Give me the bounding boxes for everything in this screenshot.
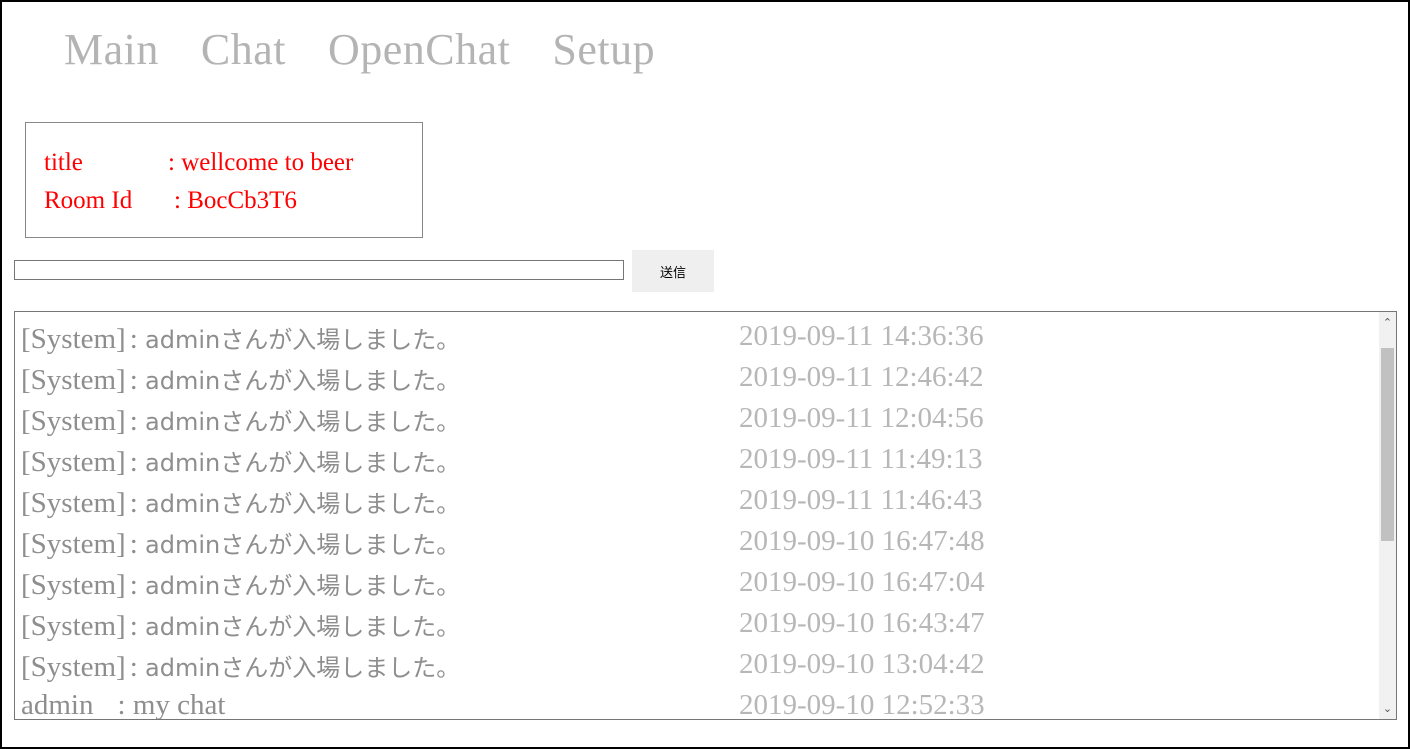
nav-item-setup[interactable]: Setup (552, 24, 655, 76)
message-separator: : (129, 323, 146, 355)
message-row: [System]: adminさんが入場しました。 2019-09-10 13:… (15, 640, 1378, 684)
nav-item-openchat[interactable]: OpenChat (328, 24, 510, 76)
app-window: Main Chat OpenChat Setup title : wellcom… (0, 0, 1410, 749)
message-text: adminさんが入場しました。 (145, 572, 461, 600)
message-timestamp: 2019-09-10 16:47:04 (739, 566, 985, 598)
message-sender: [System] (21, 405, 126, 437)
message-content: [System]: adminさんが入場しました。 (21, 443, 460, 479)
message-row: [System]: adminさんが入場しました。 2019-09-10 16:… (15, 599, 1378, 643)
message-timestamp: 2019-09-11 11:46:43 (739, 484, 983, 516)
room-title-label: title (44, 149, 83, 176)
message-sender: [System] (21, 323, 126, 355)
message-sender: [System] (21, 364, 126, 396)
message-timestamp: 2019-09-11 14:36:36 (739, 320, 984, 352)
message-row: [System]: adminさんが入場しました。 2019-09-11 12:… (15, 394, 1378, 438)
message-content: [System]: adminさんが入場しました。 (21, 648, 460, 684)
chevron-down-icon[interactable]: ⌄ (1379, 700, 1396, 717)
message-timestamp: 2019-09-10 13:04:42 (739, 648, 985, 680)
message-text: my chat (132, 689, 226, 720)
chat-scrollbar[interactable]: ⌃ ⌄ (1379, 312, 1396, 719)
message-sender: [System] (21, 446, 126, 478)
message-separator: : (117, 689, 133, 720)
message-content: [System]: adminさんが入場しました。 (21, 607, 460, 643)
message-timestamp: 2019-09-10 16:43:47 (739, 607, 985, 639)
message-separator: : (129, 487, 146, 519)
top-nav: Main Chat OpenChat Setup (64, 24, 697, 76)
message-separator: : (129, 651, 146, 683)
message-timestamp: 2019-09-11 12:46:42 (739, 361, 984, 393)
chevron-up-icon[interactable]: ⌃ (1379, 314, 1396, 331)
message-text: adminさんが入場しました。 (145, 408, 461, 436)
message-content: [System]: adminさんが入場しました。 (21, 566, 460, 602)
nav-item-chat[interactable]: Chat (201, 24, 286, 76)
message-content: [System]: adminさんが入場しました。 (21, 402, 460, 438)
message-row: admin: my chat 2019-09-10 12:52:33 (15, 681, 1378, 720)
message-text: adminさんが入場しました。 (145, 613, 461, 641)
message-sender: [System] (21, 528, 126, 560)
message-text: adminさんが入場しました。 (145, 654, 461, 682)
message-text: adminさんが入場しました。 (145, 531, 461, 559)
room-id-value: : BocCb3T6 (174, 187, 297, 214)
message-timestamp: 2019-09-11 11:49:13 (739, 443, 983, 475)
nav-item-main[interactable]: Main (64, 24, 159, 76)
message-text: adminさんが入場しました。 (145, 367, 461, 395)
message-row: [System]: adminさんが入場しました。 2019-09-11 12:… (15, 353, 1378, 397)
message-content: [System]: adminさんが入場しました。 (21, 320, 460, 356)
room-id-label: Room Id (44, 187, 133, 214)
message-separator: : (129, 405, 146, 437)
message-text: adminさんが入場しました。 (145, 449, 461, 477)
chat-log[interactable]: [System]: adminさんが入場しました。 2019-09-11 14:… (14, 311, 1397, 720)
message-content: admin: my chat (21, 689, 226, 720)
room-info-panel: title : wellcome to beer Room Id : BocCb… (25, 122, 423, 238)
room-title-row: title : wellcome to beer (44, 149, 353, 177)
message-timestamp: 2019-09-10 16:47:48 (739, 525, 985, 557)
message-row: [System]: adminさんが入場しました。 2019-09-10 16:… (15, 517, 1378, 561)
message-sender: [System] (21, 610, 126, 642)
message-text: adminさんが入場しました。 (145, 326, 461, 354)
message-list: [System]: adminさんが入場しました。 2019-09-11 14:… (15, 312, 1378, 720)
message-row: [System]: adminさんが入場しました。 2019-09-11 11:… (15, 476, 1378, 520)
scrollbar-thumb[interactable] (1381, 348, 1394, 541)
room-title-value: : wellcome to beer (168, 149, 354, 176)
message-sender: [System] (21, 569, 126, 601)
room-id-row: Room Id : BocCb3T6 (44, 187, 297, 215)
message-separator: : (129, 364, 146, 396)
message-separator: : (129, 528, 146, 560)
message-timestamp: 2019-09-11 12:04:56 (739, 402, 984, 434)
message-row: [System]: adminさんが入場しました。 2019-09-11 11:… (15, 435, 1378, 479)
message-separator: : (129, 569, 146, 601)
message-text: adminさんが入場しました。 (145, 490, 461, 518)
message-row: [System]: adminさんが入場しました。 2019-09-10 16:… (15, 558, 1378, 602)
message-row: [System]: adminさんが入場しました。 2019-09-11 14:… (15, 312, 1378, 356)
message-content: [System]: adminさんが入場しました。 (21, 484, 460, 520)
message-separator: : (129, 446, 146, 478)
message-content: [System]: adminさんが入場しました。 (21, 525, 460, 561)
message-timestamp: 2019-09-10 12:52:33 (739, 689, 985, 720)
send-button[interactable]: 送信 (632, 250, 714, 292)
message-sender: admin (21, 689, 94, 720)
message-content: [System]: adminさんが入場しました。 (21, 361, 460, 397)
message-sender: [System] (21, 651, 126, 683)
message-input[interactable] (14, 260, 624, 280)
message-separator: : (129, 610, 146, 642)
message-sender: [System] (21, 487, 126, 519)
